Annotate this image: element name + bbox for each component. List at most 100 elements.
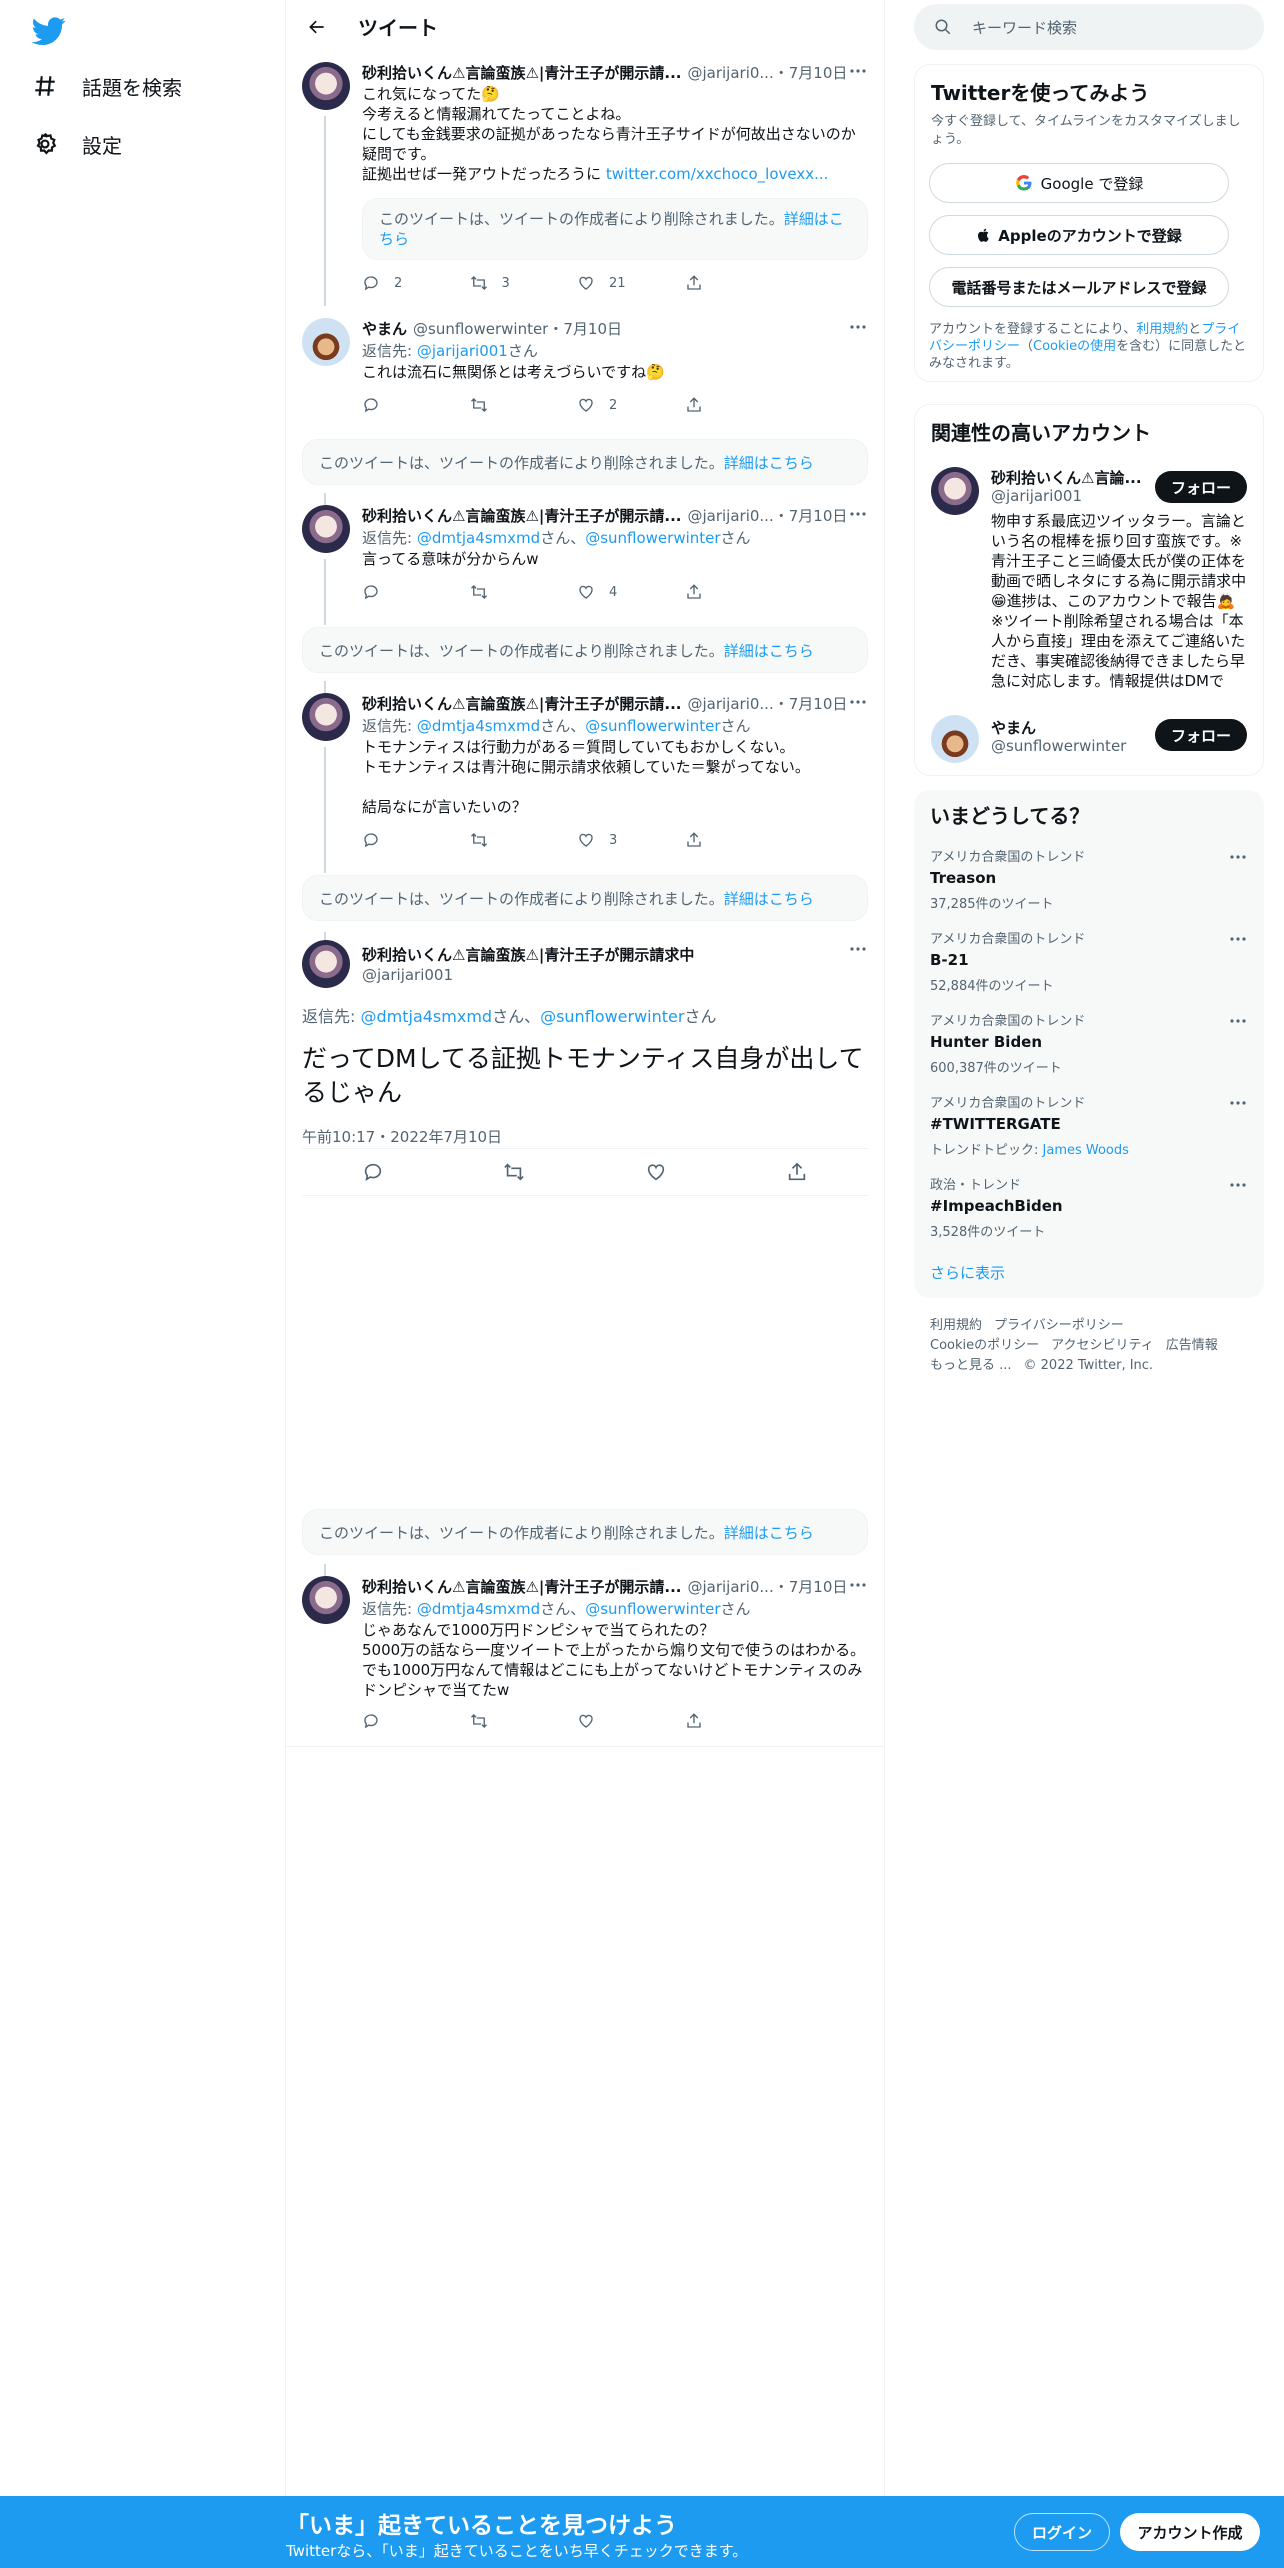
more-icon[interactable] — [848, 322, 868, 332]
footer-link[interactable]: Cookieのポリシー — [930, 1338, 1039, 1353]
phone-email-signup-button[interactable]: 電話番号またはメールアドレスで登録 — [929, 267, 1229, 307]
author-handle[interactable]: @jarijari0... — [687, 695, 773, 713]
trend-item[interactable]: アメリカ合衆国のトレンド #TWITTERGATE トレンドトピック: Jame… — [930, 1092, 1248, 1172]
tweet[interactable]: 砂利拾いくん⚠言論蛮族⚠|青汁王子が開示請... @jarijari0... ・7月… — [286, 493, 884, 625]
tweet[interactable]: 砂利拾いくん⚠言論蛮族⚠|青汁王子が開示請... @jarijari0... ・7月… — [286, 681, 884, 873]
terms-link[interactable]: 利用規約 — [1136, 322, 1188, 337]
account-handle[interactable]: @jarijari001 — [991, 487, 1082, 505]
deleted-tweet-notice[interactable]: このツイートは、ツイートの作成者により削除されました。 詳細はこちら — [302, 1509, 868, 1555]
details-link[interactable]: 詳細はこちら — [724, 452, 814, 473]
follow-button[interactable]: フォロー — [1155, 719, 1247, 751]
more-icon[interactable] — [848, 509, 868, 519]
follow-button[interactable]: フォロー — [1155, 471, 1247, 503]
footer-link[interactable]: アクセシビリティ — [1051, 1338, 1154, 1353]
more-icon[interactable] — [1228, 852, 1248, 862]
reply-icon[interactable] — [362, 1161, 384, 1183]
retweet-button[interactable] — [470, 831, 578, 849]
author-name[interactable]: やまん — [362, 318, 407, 339]
share-button[interactable] — [685, 583, 793, 601]
tweet-date[interactable]: ・7月10日 — [774, 62, 848, 83]
cookie-link[interactable]: Cookieの使用 — [1033, 339, 1116, 354]
avatar[interactable] — [302, 1576, 350, 1624]
login-button[interactable]: ログイン — [1014, 2513, 1110, 2551]
account-handle[interactable]: @sunflowerwinter — [991, 737, 1126, 755]
tweet-timestamp[interactable]: 午前10:17・2022年7月10日 — [302, 1126, 868, 1147]
trend-topic-link[interactable]: James Woods — [1043, 1143, 1129, 1158]
author-handle[interactable]: @jarijari0... — [687, 64, 773, 82]
footer-link[interactable]: プライバシーポリシー — [994, 1318, 1124, 1333]
more-icon[interactable] — [848, 1580, 868, 1590]
deleted-tweet-notice[interactable]: このツイートは、ツイートの作成者により削除されました。 詳細はこちら — [302, 875, 868, 921]
deleted-tweet-notice[interactable]: このツイートは、ツイートの作成者により削除されました。 詳細はこちら — [302, 627, 868, 673]
avatar[interactable] — [302, 318, 350, 366]
retweet-button[interactable] — [470, 396, 578, 414]
reply-to-link[interactable]: @sunflowerwinter — [585, 717, 720, 735]
tweet[interactable]: 砂利拾いくん⚠言論蛮族⚠|青汁王子が開示請... @jarijari0... ・7月… — [286, 62, 884, 306]
author-handle[interactable]: @jarijari001 — [362, 966, 868, 984]
author-name[interactable]: 砂利拾いくん⚠言論蛮族⚠|青汁王子が開示請... — [362, 505, 681, 526]
avatar[interactable] — [302, 505, 350, 553]
author-name[interactable]: 砂利拾いくん⚠言論蛮族⚠|青汁王子が開示請... — [362, 62, 681, 83]
like-button[interactable]: 3 — [577, 831, 685, 849]
reply-to-link[interactable]: @sunflowerwinter — [585, 529, 720, 547]
details-link[interactable]: 詳細はこちら — [724, 1522, 814, 1543]
details-link[interactable]: 詳細はこちら — [724, 640, 814, 661]
tweet-date[interactable]: ・7月10日 — [548, 318, 622, 339]
heart-icon[interactable] — [645, 1161, 667, 1183]
twitter-logo-icon[interactable] — [32, 14, 66, 48]
like-button[interactable] — [577, 1712, 685, 1730]
show-more-link[interactable]: さらに表示 — [930, 1262, 1005, 1283]
trend-item[interactable]: アメリカ合衆国のトレンド Treason 37,285件のツイート — [930, 846, 1248, 926]
like-button[interactable]: 21 — [577, 274, 685, 292]
share-button[interactable] — [685, 831, 793, 849]
reply-to-link[interactable]: @sunflowerwinter — [540, 1007, 684, 1026]
author-name[interactable]: 砂利拾いくん⚠言論蛮族⚠|青汁王子が開示請求中 — [362, 944, 694, 965]
retweet-button[interactable] — [470, 1712, 578, 1730]
tweet-link[interactable]: twitter.com/xxchoco_lovexx... — [606, 165, 829, 183]
author-handle[interactable]: @jarijari0... — [687, 507, 773, 525]
signup-button[interactable]: アカウント作成 — [1120, 2513, 1260, 2551]
details-link[interactable]: 詳細はこちら — [724, 888, 814, 909]
more-icon[interactable] — [1228, 934, 1248, 944]
footer-link[interactable]: もっと見る ... — [930, 1358, 1012, 1373]
retweet-icon[interactable] — [503, 1161, 525, 1183]
back-button[interactable] — [302, 12, 332, 42]
avatar[interactable] — [931, 467, 979, 515]
tweet[interactable]: やまん @sunflowerwinter ・7月10日 返信先: @jarijari… — [286, 318, 884, 428]
avatar[interactable] — [931, 715, 979, 763]
reply-to-link[interactable]: @dmtja4smxmd — [417, 717, 540, 735]
quoted-tweet-deleted[interactable]: このツイートは、ツイートの作成者により削除されました。詳細はこちら — [362, 198, 868, 260]
reply-to-link[interactable]: @sunflowerwinter — [585, 1600, 720, 1618]
retweet-button[interactable]: 3 — [470, 274, 578, 292]
more-icon[interactable] — [1228, 1180, 1248, 1190]
reply-to-link[interactable]: @dmtja4smxmd — [417, 1600, 540, 1618]
more-icon[interactable] — [848, 697, 868, 707]
nav-settings[interactable]: 設定 — [32, 122, 122, 166]
avatar[interactable] — [302, 62, 350, 110]
account-item[interactable]: 砂利拾いくん⚠言論... @jarijari001 フォロー 物申す系最底辺ツイ… — [915, 463, 1263, 693]
author-handle[interactable]: @jarijari0... — [687, 1578, 773, 1596]
avatar[interactable] — [302, 693, 350, 741]
reply-button[interactable] — [362, 831, 470, 849]
search-input[interactable]: キーワード検索 — [914, 4, 1264, 50]
author-name[interactable]: 砂利拾いくん⚠言論蛮族⚠|青汁王子が開示請... — [362, 1576, 681, 1597]
reply-to-link[interactable]: @dmtja4smxmd — [360, 1007, 492, 1026]
apple-signup-button[interactable]: Appleのアカウントで登録 — [929, 215, 1229, 255]
reply-button[interactable] — [362, 1712, 470, 1730]
account-name[interactable]: やまん — [991, 717, 1036, 738]
tweet[interactable]: 砂利拾いくん⚠言論蛮族⚠|青汁王子が開示請... @jarijari0... ・7月… — [286, 1564, 884, 1746]
more-icon[interactable] — [1228, 1016, 1248, 1026]
reply-button[interactable]: 2 — [362, 274, 470, 292]
like-button[interactable]: 4 — [577, 583, 685, 601]
reply-button[interactable] — [362, 396, 470, 414]
footer-link[interactable]: 広告情報 — [1166, 1338, 1218, 1353]
reply-to-link[interactable]: @jarijari001 — [417, 342, 508, 360]
like-button[interactable]: 2 — [577, 396, 685, 414]
author-name[interactable]: 砂利拾いくん⚠言論蛮族⚠|青汁王子が開示請... — [362, 693, 681, 714]
share-icon[interactable] — [786, 1161, 808, 1183]
more-icon[interactable] — [1228, 1098, 1248, 1108]
reply-to-link[interactable]: @dmtja4smxmd — [417, 529, 540, 547]
reply-button[interactable] — [362, 583, 470, 601]
tweet-date[interactable]: ・7月10日 — [774, 693, 848, 714]
account-item[interactable]: やまん @sunflowerwinter フォロー — [915, 711, 1263, 767]
